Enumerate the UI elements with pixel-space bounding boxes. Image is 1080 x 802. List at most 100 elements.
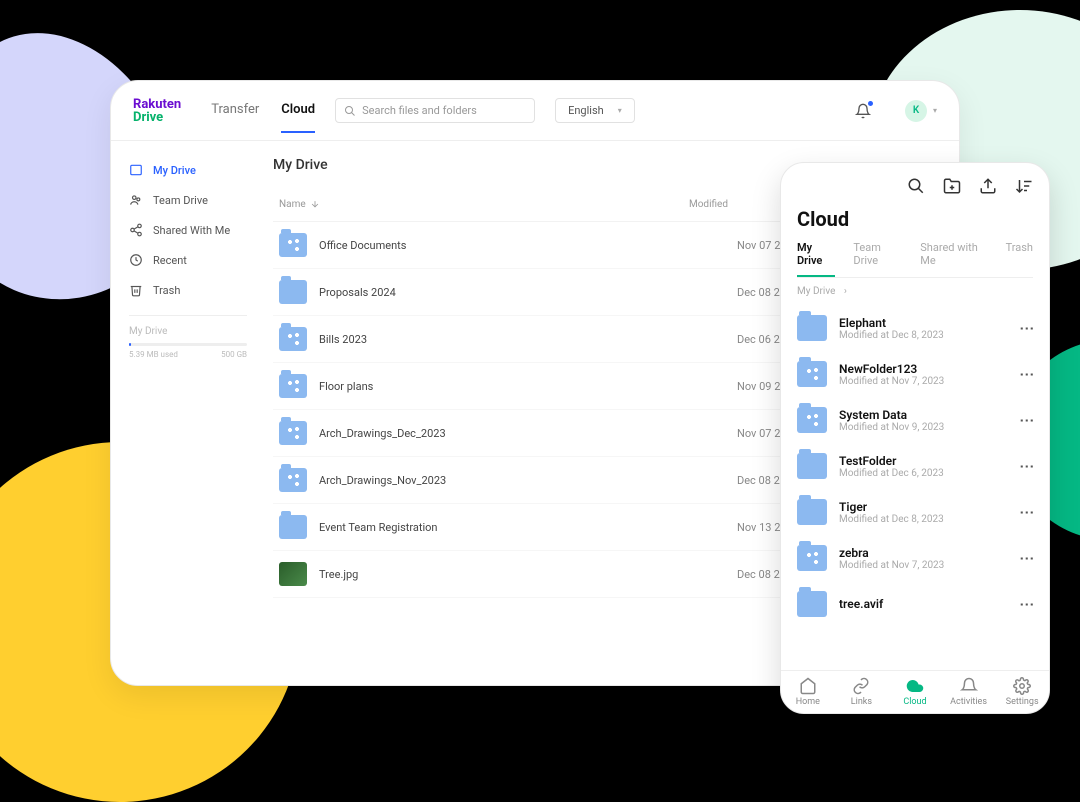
file-name: Floor plans — [319, 380, 737, 393]
search-icon — [907, 177, 925, 195]
file-name: Tiger — [839, 500, 1008, 514]
upload-icon — [979, 177, 997, 195]
folder-icon — [797, 545, 827, 571]
more-button[interactable]: ⋮ — [1019, 598, 1035, 611]
mobile-tab-team[interactable]: Team Drive — [853, 241, 902, 277]
file-name: Arch_Drawings_Dec_2023 — [319, 427, 737, 440]
mobile-tab-trash[interactable]: Trash — [1006, 241, 1033, 277]
file-name: TestFolder — [839, 454, 1008, 468]
sidebar-item-teamdrive[interactable]: Team Drive — [129, 185, 247, 215]
more-button[interactable]: ⋮ — [1019, 506, 1035, 519]
mobile-tab-mydrive[interactable]: My Drive — [797, 241, 835, 277]
folder-icon — [797, 361, 827, 387]
file-modified: Modified at Dec 8, 2023 — [839, 330, 1008, 341]
folder-icon — [279, 280, 307, 304]
more-button[interactable]: ⋮ — [1019, 414, 1035, 427]
new-folder-button[interactable] — [943, 177, 961, 195]
mobile-breadcrumb[interactable]: My Drive › — [781, 278, 1049, 305]
folder-icon — [279, 515, 307, 539]
mobile-bottom-nav: Home Links Cloud Activities Settings — [781, 670, 1049, 713]
nav-activities[interactable]: Activities — [942, 677, 996, 707]
topbar: Rakuten Drive Transfer Cloud Search file… — [111, 81, 959, 141]
avatar: K — [905, 100, 927, 122]
file-name: tree.avif — [839, 597, 1008, 611]
file-modified: Modified at Dec 6, 2023 — [839, 468, 1008, 479]
file-name: Proposals 2024 — [319, 286, 737, 299]
sidebar-item-mydrive[interactable]: My Drive — [129, 155, 247, 185]
file-name: zebra — [839, 546, 1008, 560]
chevron-down-icon: ▾ — [618, 106, 622, 115]
file-modified: Modified at Nov 7, 2023 — [839, 560, 1008, 571]
team-icon — [129, 193, 143, 207]
bell-icon — [960, 677, 978, 695]
folder-plus-icon — [943, 177, 961, 195]
sidebar-item-recent[interactable]: Recent — [129, 245, 247, 275]
link-icon — [852, 677, 870, 695]
notifications-button[interactable] — [855, 103, 871, 119]
search-input[interactable]: Search files and folders — [335, 98, 535, 123]
storage-indicator: My Drive 5.39 MB used 500 GB — [129, 315, 247, 359]
account-menu[interactable]: K ▾ — [905, 100, 937, 122]
home-icon — [799, 677, 817, 695]
file-modified: Modified at Dec 8, 2023 — [839, 514, 1008, 525]
sidebar-item-shared[interactable]: Shared With Me — [129, 215, 247, 245]
cloud-icon — [906, 677, 924, 695]
nav-links[interactable]: Links — [835, 677, 889, 707]
list-item[interactable]: NewFolder123 Modified at Nov 7, 2023 ⋮ — [797, 351, 1033, 397]
folder-icon — [797, 315, 827, 341]
file-name: Elephant — [839, 316, 1008, 330]
folder-icon — [279, 374, 307, 398]
list-item[interactable]: zebra Modified at Nov 7, 2023 ⋮ — [797, 535, 1033, 581]
list-item[interactable]: Tiger Modified at Dec 8, 2023 ⋮ — [797, 489, 1033, 535]
folder-icon — [797, 453, 827, 479]
folder-icon — [279, 421, 307, 445]
logo: Rakuten Drive — [133, 98, 181, 124]
nav-settings[interactable]: Settings — [995, 677, 1049, 707]
mobile-window: Cloud My Drive Team Drive Shared with Me… — [780, 162, 1050, 714]
share-icon — [129, 223, 143, 237]
sort-button[interactable] — [1015, 177, 1033, 195]
file-modified: Modified at Nov 7, 2023 — [839, 376, 1008, 387]
more-button[interactable]: ⋮ — [1019, 368, 1035, 381]
folder-icon — [797, 407, 827, 433]
tab-cloud[interactable]: Cloud — [281, 88, 315, 133]
upload-button[interactable] — [979, 177, 997, 195]
list-item[interactable]: Elephant Modified at Dec 8, 2023 ⋮ — [797, 305, 1033, 351]
folder-icon — [279, 233, 307, 257]
chevron-down-icon: ▾ — [933, 106, 937, 115]
image-icon — [279, 562, 307, 586]
drive-icon — [129, 163, 143, 177]
more-button[interactable]: ⋮ — [1019, 552, 1035, 565]
more-button[interactable]: ⋮ — [1019, 460, 1035, 473]
more-button[interactable]: ⋮ — [1019, 322, 1035, 335]
search-button[interactable] — [907, 177, 925, 195]
sidebar: My Drive Team Drive Shared With Me Recen… — [111, 141, 251, 685]
trash-icon — [129, 283, 143, 297]
list-item[interactable]: tree.avif ⋮ — [797, 581, 1033, 627]
file-name: Arch_Drawings_Nov_2023 — [319, 474, 737, 487]
file-name: Bills 2023 — [319, 333, 737, 346]
sidebar-item-trash[interactable]: Trash — [129, 275, 247, 305]
bell-icon — [855, 103, 871, 119]
file-name: Office Documents — [319, 239, 737, 252]
file-name: NewFolder123 — [839, 362, 1008, 376]
folder-icon — [797, 499, 827, 525]
list-item[interactable]: TestFolder Modified at Dec 6, 2023 ⋮ — [797, 443, 1033, 489]
search-icon — [344, 105, 356, 117]
gear-icon — [1013, 677, 1031, 695]
list-item[interactable]: System Data Modified at Nov 9, 2023 ⋮ — [797, 397, 1033, 443]
clock-icon — [129, 253, 143, 267]
nav-cloud[interactable]: Cloud — [888, 677, 942, 707]
nav-home[interactable]: Home — [781, 677, 835, 707]
file-name: Tree.jpg — [319, 568, 737, 581]
file-name: Event Team Registration — [319, 521, 737, 534]
language-select[interactable]: English ▾ — [555, 98, 635, 123]
folder-icon — [279, 327, 307, 351]
mobile-tab-shared[interactable]: Shared with Me — [920, 241, 987, 277]
file-modified: Modified at Nov 9, 2023 — [839, 422, 1008, 433]
folder-icon — [279, 468, 307, 492]
column-header-name[interactable]: Name — [273, 199, 689, 210]
mobile-title: Cloud — [797, 207, 1033, 231]
sort-icon — [310, 199, 320, 209]
tab-transfer[interactable]: Transfer — [211, 88, 259, 133]
